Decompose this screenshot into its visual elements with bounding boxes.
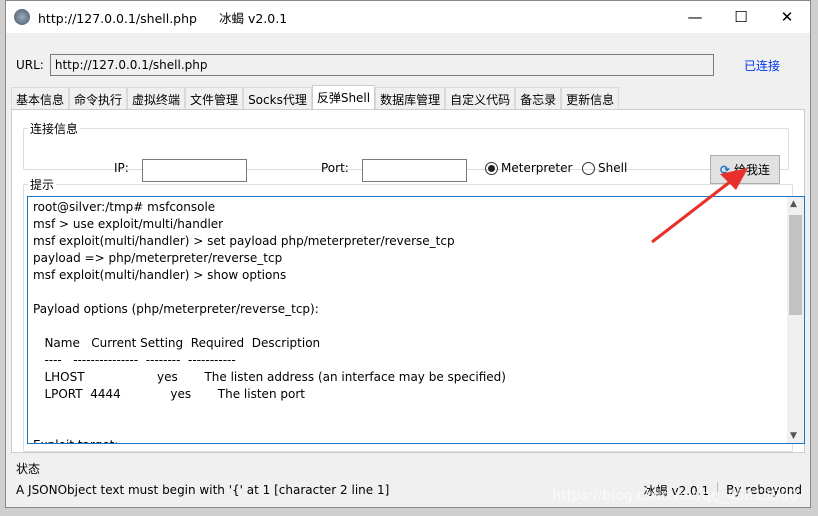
window-title: http://127.0.0.1/shell.php 冰蝎 v2.0.1 — [38, 8, 309, 27]
radio-unchecked-icon — [582, 161, 595, 175]
scroll-up-icon[interactable]: ▲ — [790, 199, 797, 209]
tab-socks[interactable]: Socks代理 — [243, 87, 312, 109]
vertical-scrollbar[interactable]: ▲ ▼ — [787, 197, 804, 443]
annotation-arrow-icon — [651, 168, 748, 244]
tab-database[interactable]: 数据库管理 — [375, 87, 446, 109]
tab-reverse-shell[interactable]: 反弹Shell — [311, 85, 376, 109]
status-label: 状态 — [16, 462, 41, 476]
tab-memo[interactable]: 备忘录 — [515, 87, 562, 109]
radio-meterpreter[interactable]: Meterpreter — [485, 161, 572, 175]
tab-terminal[interactable]: 虚拟终端 — [127, 87, 186, 109]
connection-info-legend: 连接信息 — [30, 122, 79, 136]
title-bar: http://127.0.0.1/shell.php 冰蝎 v2.0.1 — ☐ … — [6, 1, 810, 33]
url-label: URL: — [16, 58, 44, 72]
title-url: http://127.0.0.1/shell.php — [38, 10, 197, 26]
tab-custom-code[interactable]: 自定义代码 — [445, 87, 516, 109]
app-logo-icon — [14, 9, 30, 25]
title-app: 冰蝎 v2.0.1 — [218, 10, 288, 26]
tab-update[interactable]: 更新信息 — [561, 87, 620, 109]
watermark: https://blog.csdn.net/qq_45813980 — [552, 488, 798, 504]
minimize-button[interactable]: — — [672, 1, 718, 33]
scroll-down-icon[interactable]: ▼ — [790, 431, 797, 441]
url-input[interactable] — [49, 54, 714, 76]
app-window: http://127.0.0.1/shell.php 冰蝎 v2.0.1 — ☐ … — [5, 0, 811, 508]
tab-command[interactable]: 命令执行 — [69, 87, 128, 109]
radio-shell[interactable]: Shell — [582, 161, 627, 175]
maximize-button[interactable]: ☐ — [718, 1, 764, 33]
radio-shell-label: Shell — [598, 161, 628, 175]
radio-meterpreter-label: Meterpreter — [501, 161, 573, 175]
ip-label: IP: — [114, 161, 129, 175]
close-button[interactable]: ✕ — [764, 1, 810, 33]
tip-legend: 提示 — [30, 178, 55, 192]
scroll-thumb[interactable] — [789, 215, 802, 315]
tab-bar: 基本信息 命令执行 虚拟终端 文件管理 Socks代理 反弹Shell 数据库管… — [11, 85, 620, 109]
tab-basic-info[interactable]: 基本信息 — [11, 87, 70, 109]
port-label: Port: — [321, 161, 349, 175]
connection-status[interactable]: 已连接 — [744, 57, 780, 74]
tab-file-manager[interactable]: 文件管理 — [185, 87, 244, 109]
status-message: A JSONObject text must begin with '{' at… — [16, 483, 390, 497]
radio-checked-icon — [485, 161, 498, 175]
